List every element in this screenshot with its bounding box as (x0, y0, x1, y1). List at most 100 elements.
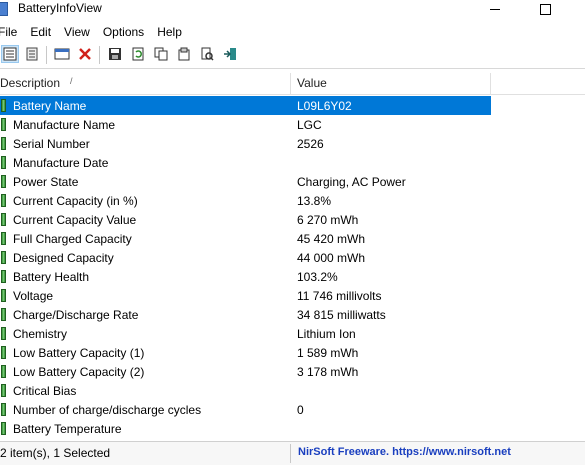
row-value: Charging, AC Power (297, 175, 406, 189)
row-description: Power State (13, 175, 79, 189)
refresh-icon (132, 47, 144, 61)
row-value: 103.2% (297, 270, 338, 284)
row-description: Voltage (13, 289, 54, 303)
row-description: Current Capacity Value (13, 213, 137, 227)
menu-file[interactable]: File (0, 25, 17, 39)
list-row[interactable]: Chemistry Lithium Ion (0, 324, 491, 343)
battery-icon (1, 327, 6, 340)
window-button[interactable] (53, 45, 71, 63)
list-row[interactable]: Current Capacity (in %) 13.8% (0, 191, 491, 210)
column-description[interactable]: Description (0, 76, 60, 90)
row-description: Low Battery Capacity (1) (13, 346, 145, 360)
list-row[interactable]: Manufacture Name LGC (0, 115, 491, 134)
menu-view[interactable]: View (64, 25, 90, 39)
battery-icon (1, 175, 6, 188)
row-value: 6 270 mWh (297, 213, 359, 227)
title-bar: BatteryInfoView (0, 0, 585, 18)
list-row[interactable]: Manufacture Date (0, 153, 491, 172)
list-row[interactable]: Low Battery Capacity (1) 1 589 mWh (0, 343, 491, 362)
copy-icon (154, 47, 168, 61)
refresh-button[interactable] (129, 45, 147, 63)
menu-bar: File Edit View Options Help (0, 22, 585, 42)
row-description: Battery Temperature (13, 422, 122, 436)
list-row[interactable]: Charge/Discharge Rate 34 815 milliwatts (0, 305, 491, 324)
column-divider[interactable] (290, 73, 291, 94)
battery-icon (1, 99, 6, 112)
copy-button[interactable] (152, 45, 170, 63)
menu-options[interactable]: Options (103, 25, 144, 39)
search-icon (201, 47, 214, 61)
row-description: Critical Bias (13, 384, 77, 398)
battery-icon (1, 308, 6, 321)
row-value: L09L6Y02 (297, 99, 352, 113)
list-row[interactable]: Current Capacity Value 6 270 mWh (0, 210, 491, 229)
row-value: Lithium Ion (297, 327, 356, 341)
row-description: Manufacture Name (13, 118, 116, 132)
list-row[interactable]: Battery Temperature (0, 419, 491, 438)
menu-edit[interactable]: Edit (30, 25, 51, 39)
toolbar-separator (99, 46, 100, 64)
row-description: Chemistry (13, 327, 68, 341)
properties-icon (3, 47, 17, 61)
row-value: 11 746 millivolts (297, 289, 382, 303)
maximize-button[interactable] (522, 0, 568, 18)
row-description: Serial Number (13, 137, 90, 151)
find-button[interactable] (198, 45, 216, 63)
row-value: 45 420 mWh (297, 232, 366, 246)
save-icon (109, 48, 121, 60)
row-value: 13.8% (297, 194, 332, 208)
column-value[interactable]: Value (297, 76, 327, 90)
list-row[interactable]: Number of charge/discharge cycles 0 (0, 400, 491, 419)
battery-info-list: Battery Name L09L6Y02 Manufacture Name LGC S… (0, 96, 585, 438)
toolbar-separator (46, 46, 47, 64)
list-row[interactable]: Low Battery Capacity (2) 3 178 mWh (0, 362, 491, 381)
delete-button[interactable] (76, 45, 94, 63)
html-report-button[interactable] (175, 45, 193, 63)
list-row[interactable]: Battery Name L09L6Y02 (0, 96, 491, 115)
battery-icon (1, 403, 6, 416)
menu-help[interactable]: Help (157, 25, 182, 39)
status-count: 2 item(s), 1 Selected (0, 446, 111, 460)
row-description: Current Capacity (in %) (13, 194, 138, 208)
report-icon (178, 47, 190, 61)
minimize-button[interactable] (472, 0, 518, 18)
nirsoft-link[interactable]: NirSoft Freeware. https://www.nirsoft.ne… (298, 446, 511, 458)
row-value: 1 589 mWh (297, 346, 359, 360)
list-row[interactable]: Serial Number 2526 (0, 134, 491, 153)
row-value: 2526 (297, 137, 324, 151)
row-value: 44 000 mWh (297, 251, 366, 265)
properties-button[interactable] (1, 45, 19, 63)
row-description: Battery Health (13, 270, 90, 284)
column-divider[interactable] (490, 73, 491, 94)
maximize-icon (539, 3, 551, 15)
row-value: 34 815 milliwatts (297, 308, 386, 322)
list-row[interactable]: Designed Capacity 44 000 mWh (0, 248, 491, 267)
list-row[interactable]: Voltage 11 746 millivolts (0, 286, 491, 305)
battery-icon (1, 384, 6, 397)
list-row[interactable]: Battery Health 103.2% (0, 267, 491, 286)
list-row[interactable]: Full Charged Capacity 45 420 mWh (0, 229, 491, 248)
list-row[interactable]: Power State Charging, AC Power (0, 172, 491, 191)
battery-icon (1, 194, 6, 207)
row-description: Number of charge/discharge cycles (13, 403, 202, 417)
row-description: Low Battery Capacity (2) (13, 365, 145, 379)
app-icon (0, 2, 8, 16)
exit-icon (224, 48, 236, 60)
save-button[interactable] (106, 45, 124, 63)
battery-icon (1, 270, 6, 283)
row-value: 0 (297, 403, 304, 417)
report-view-button[interactable] (23, 45, 41, 63)
battery-icon (1, 365, 6, 378)
row-description: Full Charged Capacity (13, 232, 132, 246)
row-description: Charge/Discharge Rate (13, 308, 139, 322)
exit-button[interactable] (221, 45, 239, 63)
window-icon (54, 48, 70, 60)
battery-icon (1, 137, 6, 150)
row-value: LGC (297, 118, 322, 132)
row-description: Manufacture Date (13, 156, 109, 170)
row-value: 3 178 mWh (297, 365, 359, 379)
battery-icon (1, 156, 6, 169)
row-description: Designed Capacity (13, 251, 114, 265)
minimize-icon (490, 8, 500, 10)
list-row[interactable]: Critical Bias (0, 381, 491, 400)
